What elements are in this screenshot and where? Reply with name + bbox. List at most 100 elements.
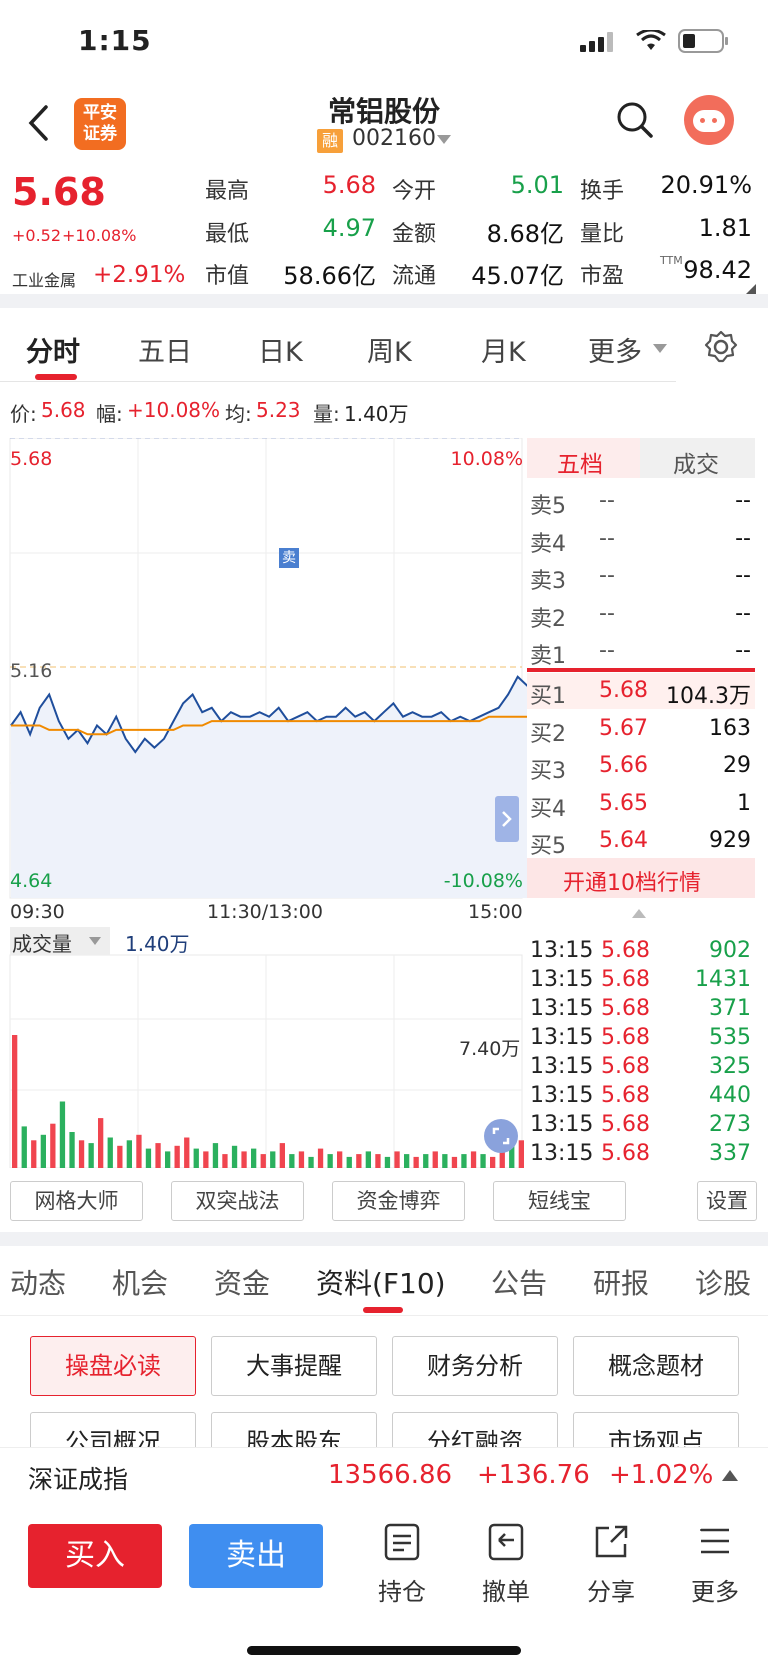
tab-funds[interactable]: 资金 bbox=[214, 1262, 270, 1302]
index-ticker[interactable]: 深证成指 13566.86 +136.76 +1.02% bbox=[0, 1447, 768, 1507]
signal-icon bbox=[580, 32, 613, 52]
bid-ask-divider bbox=[527, 668, 755, 672]
scroll-up-icon[interactable] bbox=[632, 909, 646, 919]
sell-marker[interactable]: 卖 bbox=[279, 548, 299, 568]
volume-bar bbox=[384, 1156, 391, 1168]
tool-double-breakout[interactable]: 双突战法 bbox=[171, 1181, 304, 1221]
grid-event-reminder[interactable]: 大事提醒 bbox=[211, 1336, 377, 1396]
ask-row[interactable]: 卖1 -- -- bbox=[527, 634, 755, 670]
assistant-avatar[interactable] bbox=[684, 95, 734, 145]
ask-level-label: 卖5 bbox=[530, 494, 566, 519]
trade-volume: 440 bbox=[709, 1083, 751, 1108]
volume-bar bbox=[279, 1143, 285, 1168]
trade-time: 13:15 bbox=[530, 938, 594, 963]
status-time: 1:15 bbox=[78, 24, 152, 57]
grid-concepts[interactable]: 概念题材 bbox=[573, 1336, 739, 1396]
trade-volume: 325 bbox=[709, 1054, 751, 1079]
grid-trading-guide[interactable]: 操盘必读 bbox=[30, 1336, 196, 1396]
tab-monthly-k[interactable]: 月K bbox=[481, 330, 526, 369]
volume-bar bbox=[222, 1154, 228, 1168]
y-top-label: 5.68 bbox=[10, 448, 53, 470]
trade-volume: 535 bbox=[709, 1025, 751, 1050]
more-button[interactable]: 更多 bbox=[680, 1522, 750, 1607]
tab-f10[interactable]: 资料(F10) bbox=[316, 1262, 446, 1302]
bid-row[interactable]: 买4 5.65 1 bbox=[527, 787, 755, 823]
tool-fund-game[interactable]: 资金博弈 bbox=[332, 1181, 465, 1221]
ask-row[interactable]: 卖2 -- -- bbox=[527, 597, 755, 633]
x-label-close: 15:00 bbox=[468, 901, 523, 923]
quote-value: 45.07亿 bbox=[471, 262, 564, 290]
tab-five-day[interactable]: 五日 bbox=[138, 330, 192, 369]
positions-label: 持仓 bbox=[378, 1578, 426, 1606]
tab-announcement[interactable]: 公告 bbox=[491, 1262, 547, 1302]
caret-down-icon[interactable] bbox=[89, 937, 101, 946]
caret-down-icon[interactable] bbox=[653, 344, 667, 354]
volume-bar bbox=[212, 1143, 219, 1168]
volume-bar bbox=[21, 1126, 27, 1168]
tool-settings[interactable]: 设置 bbox=[697, 1181, 757, 1221]
price-change: +0.52 bbox=[12, 226, 62, 245]
bid-volume: 929 bbox=[709, 828, 751, 853]
volume-bar bbox=[451, 1156, 458, 1168]
ask-row[interactable]: 卖5 -- -- bbox=[527, 484, 755, 520]
index-value: 13566.86 bbox=[328, 1460, 453, 1490]
volume-bar bbox=[98, 1118, 104, 1168]
bottom-action-bar: 买入 卖出 持仓 撤单 分享 更多 bbox=[0, 1508, 768, 1663]
back-icon[interactable] bbox=[26, 104, 50, 142]
bid-row[interactable]: 买5 5.64 929 bbox=[527, 824, 755, 860]
sell-button[interactable]: 卖出 bbox=[189, 1524, 323, 1588]
quote-label: 最高 bbox=[205, 179, 250, 204]
expand-panel-button[interactable] bbox=[495, 796, 519, 842]
share-button[interactable]: 分享 bbox=[576, 1522, 646, 1607]
volume-bar bbox=[404, 1154, 410, 1168]
bid-row[interactable]: 买1 5.68 104.3万 bbox=[527, 674, 755, 710]
tab-intraday[interactable]: 分时 bbox=[26, 330, 80, 369]
tool-short-line[interactable]: 短线宝 bbox=[493, 1181, 626, 1221]
volume-bar bbox=[346, 1156, 352, 1168]
share-icon bbox=[595, 1525, 628, 1558]
info-avg-label: 均: bbox=[225, 402, 252, 426]
tab-news[interactable]: 动态 bbox=[10, 1262, 66, 1302]
industry-name[interactable]: 工业金属 bbox=[12, 267, 76, 291]
info-avg: 5.23 bbox=[256, 398, 301, 422]
tab-diagnosis[interactable]: 诊股 bbox=[695, 1262, 751, 1302]
info-tabs: 动态 机会 资金 资料(F10) 公告 研报 诊股 bbox=[0, 1244, 768, 1316]
undo-icon bbox=[488, 1523, 524, 1561]
fullscreen-button[interactable] bbox=[484, 1119, 518, 1153]
tool-grid-master[interactable]: 网格大师 bbox=[10, 1181, 143, 1221]
volume-bar bbox=[356, 1154, 362, 1168]
menu-icon bbox=[700, 1528, 729, 1554]
tab-weekly-k[interactable]: 周K bbox=[367, 330, 412, 369]
chevron-right-icon bbox=[502, 811, 512, 827]
volume-bar bbox=[145, 1148, 152, 1168]
volume-label[interactable]: 成交量 bbox=[12, 928, 72, 957]
volume-bar bbox=[88, 1143, 94, 1168]
ask-row[interactable]: 卖3 -- -- bbox=[527, 559, 755, 595]
tab-more[interactable]: 更多 bbox=[588, 330, 642, 369]
price-line bbox=[10, 675, 527, 754]
cancel-order-button[interactable]: 撤单 bbox=[471, 1522, 541, 1607]
bid-row[interactable]: 买2 5.67 163 bbox=[527, 712, 755, 748]
tab-daily-k[interactable]: 日K bbox=[258, 330, 303, 369]
caret-down-icon[interactable] bbox=[437, 135, 451, 145]
price-area-fill bbox=[11, 676, 527, 898]
bid-row[interactable]: 买3 5.66 29 bbox=[527, 749, 755, 785]
quote-value: 1.81 bbox=[698, 214, 752, 242]
pct-top-label: 10.08% bbox=[450, 448, 523, 470]
tab-research[interactable]: 研报 bbox=[593, 1262, 649, 1302]
volume-bar bbox=[432, 1151, 438, 1168]
settings-gear-icon[interactable] bbox=[704, 330, 738, 364]
volume-bar bbox=[423, 1154, 429, 1168]
tab-opportunity[interactable]: 机会 bbox=[112, 1262, 168, 1302]
grid-financial-analysis[interactable]: 财务分析 bbox=[392, 1336, 558, 1396]
stock-code[interactable]: 002160 bbox=[352, 126, 436, 151]
quote-value: 98.42 bbox=[683, 256, 752, 284]
expand-up-icon[interactable] bbox=[722, 1470, 738, 1482]
buy-button[interactable]: 买入 bbox=[28, 1524, 162, 1588]
industry-change[interactable]: +2.91% bbox=[93, 262, 185, 288]
search-icon[interactable] bbox=[616, 101, 654, 139]
ask-level-label: 卖1 bbox=[530, 644, 566, 669]
ask-row[interactable]: 卖4 -- -- bbox=[527, 522, 755, 558]
positions-button[interactable]: 持仓 bbox=[367, 1522, 437, 1607]
battery-icon bbox=[678, 29, 728, 53]
